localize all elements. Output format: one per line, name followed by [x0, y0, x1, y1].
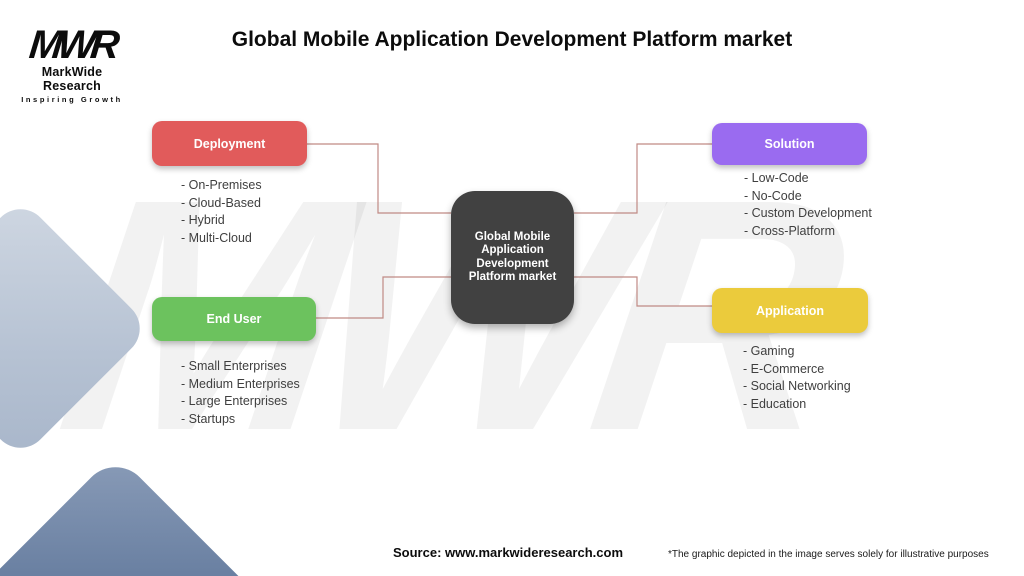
list-item: - Social Networking: [743, 379, 851, 393]
list-item: - Cross-Platform: [744, 223, 835, 238]
center-node-line: Global Mobile: [474, 230, 551, 243]
category-list-solution: - Low-Code - No-Code - Custom Developmen…: [744, 170, 872, 240]
category-label-deployment: Deployment: [193, 136, 266, 151]
list-item: - Cloud-Based: [181, 195, 261, 210]
logo-tagline: Inspiring Growth: [21, 95, 123, 104]
list-item: - Multi-Cloud: [181, 230, 252, 245]
page-title: Global Mobile Application Development Pl…: [231, 28, 793, 51]
connector-application: [574, 276, 712, 307]
list-item: - Medium Enterprises: [181, 376, 300, 391]
list-item: - Gaming: [743, 344, 795, 358]
connector-end-user: [316, 276, 451, 319]
list-item: - E-Commerce: [743, 361, 825, 376]
list-item: - Custom Development: [744, 206, 872, 220]
list-item: - Low-Code: [744, 171, 809, 185]
category-label-application: Application: [755, 303, 825, 318]
category-list-application: - Gaming - E-Commerce - Social Networkin…: [743, 343, 851, 413]
category-box-application: Application: [712, 288, 868, 333]
connector-deployment: [307, 143, 451, 214]
center-node-line: Platform market: [468, 271, 557, 283]
center-node-line: Development: [476, 257, 549, 270]
list-item: - Small Enterprises: [181, 359, 287, 373]
category-label-solution: Solution: [764, 137, 815, 151]
list-item: - Startups: [181, 411, 236, 426]
category-label-end-user: End User: [206, 312, 262, 326]
category-box-solution: Solution: [712, 123, 867, 165]
center-node-line: Application: [481, 244, 544, 256]
infographic-canvas: MWR MWR MarkWide Research Inspiring Grow…: [0, 0, 1024, 576]
list-item: - On-Premises: [181, 178, 262, 192]
source-text: Source: www.markwideresearch.com: [393, 545, 624, 560]
list-item: - Education: [743, 396, 807, 411]
category-box-deployment: Deployment: [152, 121, 307, 166]
category-list-end-user: - Small Enterprises - Medium Enterprises…: [181, 358, 300, 428]
disclaimer-text: *The graphic depicted in the image serve…: [668, 549, 989, 560]
list-item: - No-Code: [744, 188, 802, 203]
list-item: - Hybrid: [181, 213, 225, 227]
list-item: - Large Enterprises: [181, 394, 288, 408]
logo-name: MarkWide Research: [41, 65, 103, 93]
connector-solution: [574, 143, 712, 214]
category-box-end-user: End User: [152, 297, 316, 341]
category-list-deployment: - On-Premises - Cloud-Based - Hybrid - M…: [181, 177, 262, 247]
center-node-market: Global Mobile Application Development Pl…: [451, 191, 574, 324]
